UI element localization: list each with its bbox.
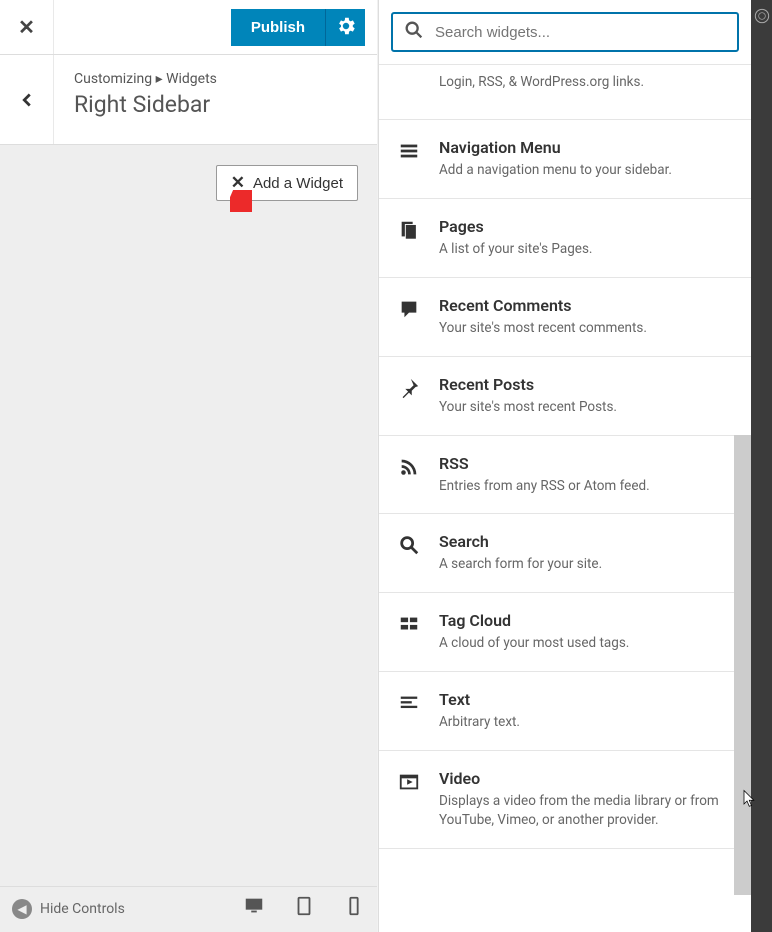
widget-item[interactable]: Text Arbitrary text. <box>379 672 751 751</box>
mobile-icon[interactable] <box>343 895 365 922</box>
widget-desc: Add a navigation menu to your sidebar. <box>439 161 731 180</box>
search-icon <box>403 19 425 46</box>
widget-title: Video <box>439 769 731 788</box>
gear-icon <box>335 15 357 40</box>
page-title: Right Sidebar <box>74 91 357 118</box>
breadcrumb[interactable]: Customizing ▸ Widgets <box>74 71 357 87</box>
widget-item[interactable]: Recent Comments Your site's most recent c… <box>379 278 751 357</box>
rss-icon <box>395 454 423 482</box>
scrollbar[interactable] <box>734 435 751 895</box>
widget-desc: A cloud of your most used tags. <box>439 634 731 653</box>
top-bar: ✕ Publish <box>0 0 377 55</box>
search-container <box>379 0 751 65</box>
widget-title: Navigation Menu <box>439 138 731 157</box>
widget-item[interactable]: Navigation Menu Add a navigation menu to … <box>379 120 751 199</box>
customizer-header: Customizing ▸ Widgets Right Sidebar <box>0 55 377 145</box>
customizer-panel: ✕ Publish Customizing ▸ Widgets Right Si… <box>0 0 377 932</box>
widget-icon <box>395 73 423 101</box>
widget-item[interactable]: Recent Posts Your site's most recent Post… <box>379 357 751 436</box>
desktop-icon[interactable] <box>243 895 265 922</box>
widget-desc: Arbitrary text. <box>439 713 731 732</box>
preview-edge <box>751 0 772 932</box>
widget-picker-panel: Login, RSS, & WordPress.org links. Naviga… <box>378 0 751 932</box>
hide-controls-button[interactable]: ◀ Hide Controls <box>12 899 125 919</box>
pages-icon <box>395 217 423 245</box>
widget-title: Text <box>439 690 731 709</box>
widget-title: Recent Posts <box>439 375 731 394</box>
widget-title: RSS <box>439 454 731 473</box>
search-input[interactable] <box>435 24 727 41</box>
wp-icon <box>754 9 770 28</box>
widget-item[interactable]: Video Displays a video from the media lib… <box>379 751 751 849</box>
widget-desc: Login, RSS, & WordPress.org links. <box>439 73 731 92</box>
widget-title: Search <box>439 532 731 551</box>
back-button[interactable] <box>0 55 54 144</box>
search-input-wrapper[interactable] <box>391 12 739 52</box>
widget-item[interactable]: Pages A list of your site's Pages. <box>379 199 751 278</box>
tablet-icon[interactable] <box>293 895 315 922</box>
widget-title: Recent Comments <box>439 296 731 315</box>
tags-icon <box>395 611 423 639</box>
widget-desc: Entries from any RSS or Atom feed. <box>439 477 731 496</box>
pin-icon <box>395 375 423 403</box>
widget-desc: Your site's most recent comments. <box>439 319 731 338</box>
widget-desc: A list of your site's Pages. <box>439 240 731 259</box>
widget-list: Login, RSS, & WordPress.org links. Naviga… <box>379 65 751 922</box>
close-icon[interactable]: ✕ <box>0 0 54 54</box>
add-widget-button[interactable]: ✕ Add a Widget <box>216 165 358 201</box>
publish-button[interactable]: Publish <box>231 9 325 46</box>
video-icon <box>395 769 423 797</box>
menu-icon <box>395 138 423 166</box>
widget-desc: A search form for your site. <box>439 555 731 574</box>
text-icon <box>395 690 423 718</box>
widget-item[interactable]: RSS Entries from any RSS or Atom feed. <box>379 436 751 515</box>
search-icon <box>395 532 423 560</box>
widget-title: Tag Cloud <box>439 611 731 630</box>
publish-settings-button[interactable] <box>325 9 365 46</box>
widget-title: Pages <box>439 217 731 236</box>
widget-item[interactable]: Tag Cloud A cloud of your most used tags. <box>379 593 751 672</box>
widget-desc: Your site's most recent Posts. <box>439 398 731 417</box>
comment-icon <box>395 296 423 324</box>
close-icon: ✕ <box>231 173 245 193</box>
widget-item[interactable]: Login, RSS, & WordPress.org links. <box>379 65 751 120</box>
widget-item[interactable]: Search A search form for your site. <box>379 514 751 593</box>
chevron-left-icon: ◀ <box>12 899 32 919</box>
widget-desc: Displays a video from the media library … <box>439 792 731 830</box>
bottom-bar: ◀ Hide Controls <box>0 886 377 930</box>
